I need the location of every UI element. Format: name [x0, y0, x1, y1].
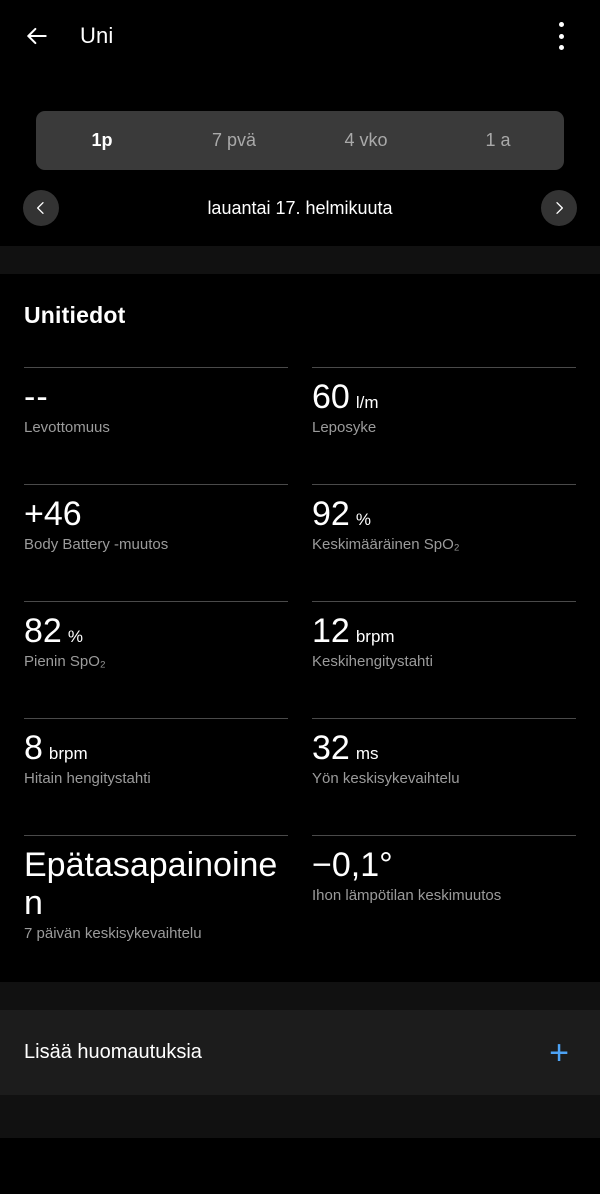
- metric-unit: brpm: [355, 627, 395, 646]
- metric-value-row: −0,1°: [312, 846, 576, 884]
- bottom-band: [0, 1095, 600, 1138]
- plus-icon[interactable]: +: [542, 1036, 576, 1070]
- metric-lowest-respiration[interactable]: 8 brpm Hitain hengitystahti: [24, 718, 288, 835]
- metric-value: 60: [312, 378, 350, 416]
- back-button[interactable]: [14, 13, 60, 59]
- tab-1-day[interactable]: 1p: [36, 111, 168, 170]
- metric-value-row: 12 brpm: [312, 612, 576, 650]
- time-range-tabs: 1p 7 pvä 4 vko 1 a: [36, 111, 564, 170]
- app-bar: Uni: [0, 0, 600, 72]
- metric-label: Pienin SpO₂: [24, 653, 106, 671]
- metric-value-row: 60 l/m: [312, 378, 576, 416]
- arrow-left-icon: [27, 27, 47, 45]
- next-day-button[interactable]: [541, 190, 577, 226]
- bottom-black-strip: [0, 1138, 600, 1146]
- metric-value: 8: [24, 729, 43, 767]
- metric-overnight-hrv[interactable]: 32 ms Yön keskisykevaihtelu: [312, 718, 576, 835]
- metric-value: 92: [312, 495, 350, 533]
- metric-lowest-spo2[interactable]: 82 % Pienin SpO₂: [24, 601, 288, 718]
- metric-unit: ms: [355, 744, 379, 763]
- page-title: Uni: [80, 23, 114, 48]
- metric-value-row: 92 %: [312, 495, 576, 533]
- metric-resting-heart-rate[interactable]: 60 l/m Leposyke: [312, 367, 576, 484]
- metric-unit: brpm: [48, 744, 88, 763]
- tabs-area: 1p 7 pvä 4 vko 1 a: [0, 72, 600, 170]
- date-selector: lauantai 17. helmikuuta: [0, 170, 600, 246]
- metric-label: Yön keskisykevaihtelu: [312, 770, 460, 788]
- metric-value: Epätasapainoinen: [24, 846, 278, 923]
- metric-value-row: 82 %: [24, 612, 288, 650]
- metric-unit: %: [355, 510, 371, 529]
- metric-body-battery-change[interactable]: +46 Body Battery -muutos: [24, 484, 288, 601]
- more-vertical-icon: [548, 21, 574, 51]
- metric-restlessness[interactable]: -- Levottomuus: [24, 367, 288, 484]
- add-notes-label: Lisää huomautuksia: [24, 1041, 202, 1063]
- metric-value: --: [24, 378, 49, 416]
- current-date-label: lauantai 17. helmikuuta: [207, 197, 393, 218]
- metric-value: −0,1°: [312, 846, 393, 884]
- section-separator-bottom: [0, 982, 600, 1010]
- metric-label: Keskimääräinen SpO₂: [312, 536, 460, 554]
- metric-value: 32: [312, 729, 350, 767]
- metric-value: +46: [24, 495, 82, 533]
- metric-value-row: --: [24, 378, 288, 416]
- add-notes-row[interactable]: Lisää huomautuksia +: [0, 1010, 600, 1095]
- metric-label: Keskihengitystahti: [312, 653, 433, 671]
- metric-label: Leposyke: [312, 419, 377, 437]
- chevron-right-icon: [556, 202, 563, 214]
- overflow-menu-button[interactable]: [538, 13, 584, 59]
- metric-average-respiration[interactable]: 12 brpm Keskihengitystahti: [312, 601, 576, 718]
- metric-value-row: 32 ms: [312, 729, 576, 767]
- metrics-grid: -- Levottomuus 60 l/m Leposyke +46 Body …: [24, 329, 576, 952]
- metric-label: 7 päivän keskisykevaihtelu: [24, 925, 202, 943]
- chevron-left-icon: [37, 202, 44, 214]
- metric-value-row: +46: [24, 495, 288, 533]
- metric-value-row: Epätasapainoinen: [24, 846, 288, 922]
- tab-1-year[interactable]: 1 a: [432, 111, 564, 170]
- section-separator-top: [0, 246, 600, 274]
- metric-average-spo2[interactable]: 92 % Keskimääräinen SpO₂: [312, 484, 576, 601]
- metric-label: Levottomuus: [24, 419, 110, 437]
- metric-unit: %: [67, 627, 83, 646]
- metric-unit: l/m: [355, 393, 379, 412]
- metric-label: Ihon lämpötilan keskimuutos: [312, 887, 502, 905]
- metric-value: 82: [24, 612, 62, 650]
- tab-4-weeks[interactable]: 4 vko: [300, 111, 432, 170]
- metric-label: Hitain hengitystahti: [24, 770, 151, 788]
- metric-skin-temperature-change[interactable]: −0,1° Ihon lämpötilan keskimuutos: [312, 835, 576, 952]
- metric-value: 12: [312, 612, 350, 650]
- details-bottom-padding: [24, 952, 576, 982]
- previous-day-button[interactable]: [23, 190, 59, 226]
- metric-label: Body Battery -muutos: [24, 536, 169, 554]
- tab-7-days[interactable]: 7 pvä: [168, 111, 300, 170]
- metric-seven-day-hrv-status[interactable]: Epätasapainoinen 7 päivän keskisykevaiht…: [24, 835, 288, 952]
- section-title: Unitiedot: [24, 302, 126, 328]
- metric-value-row: 8 brpm: [24, 729, 288, 767]
- sleep-details-section: Unitiedot -- Levottomuus 60 l/m Leposyke…: [0, 274, 600, 982]
